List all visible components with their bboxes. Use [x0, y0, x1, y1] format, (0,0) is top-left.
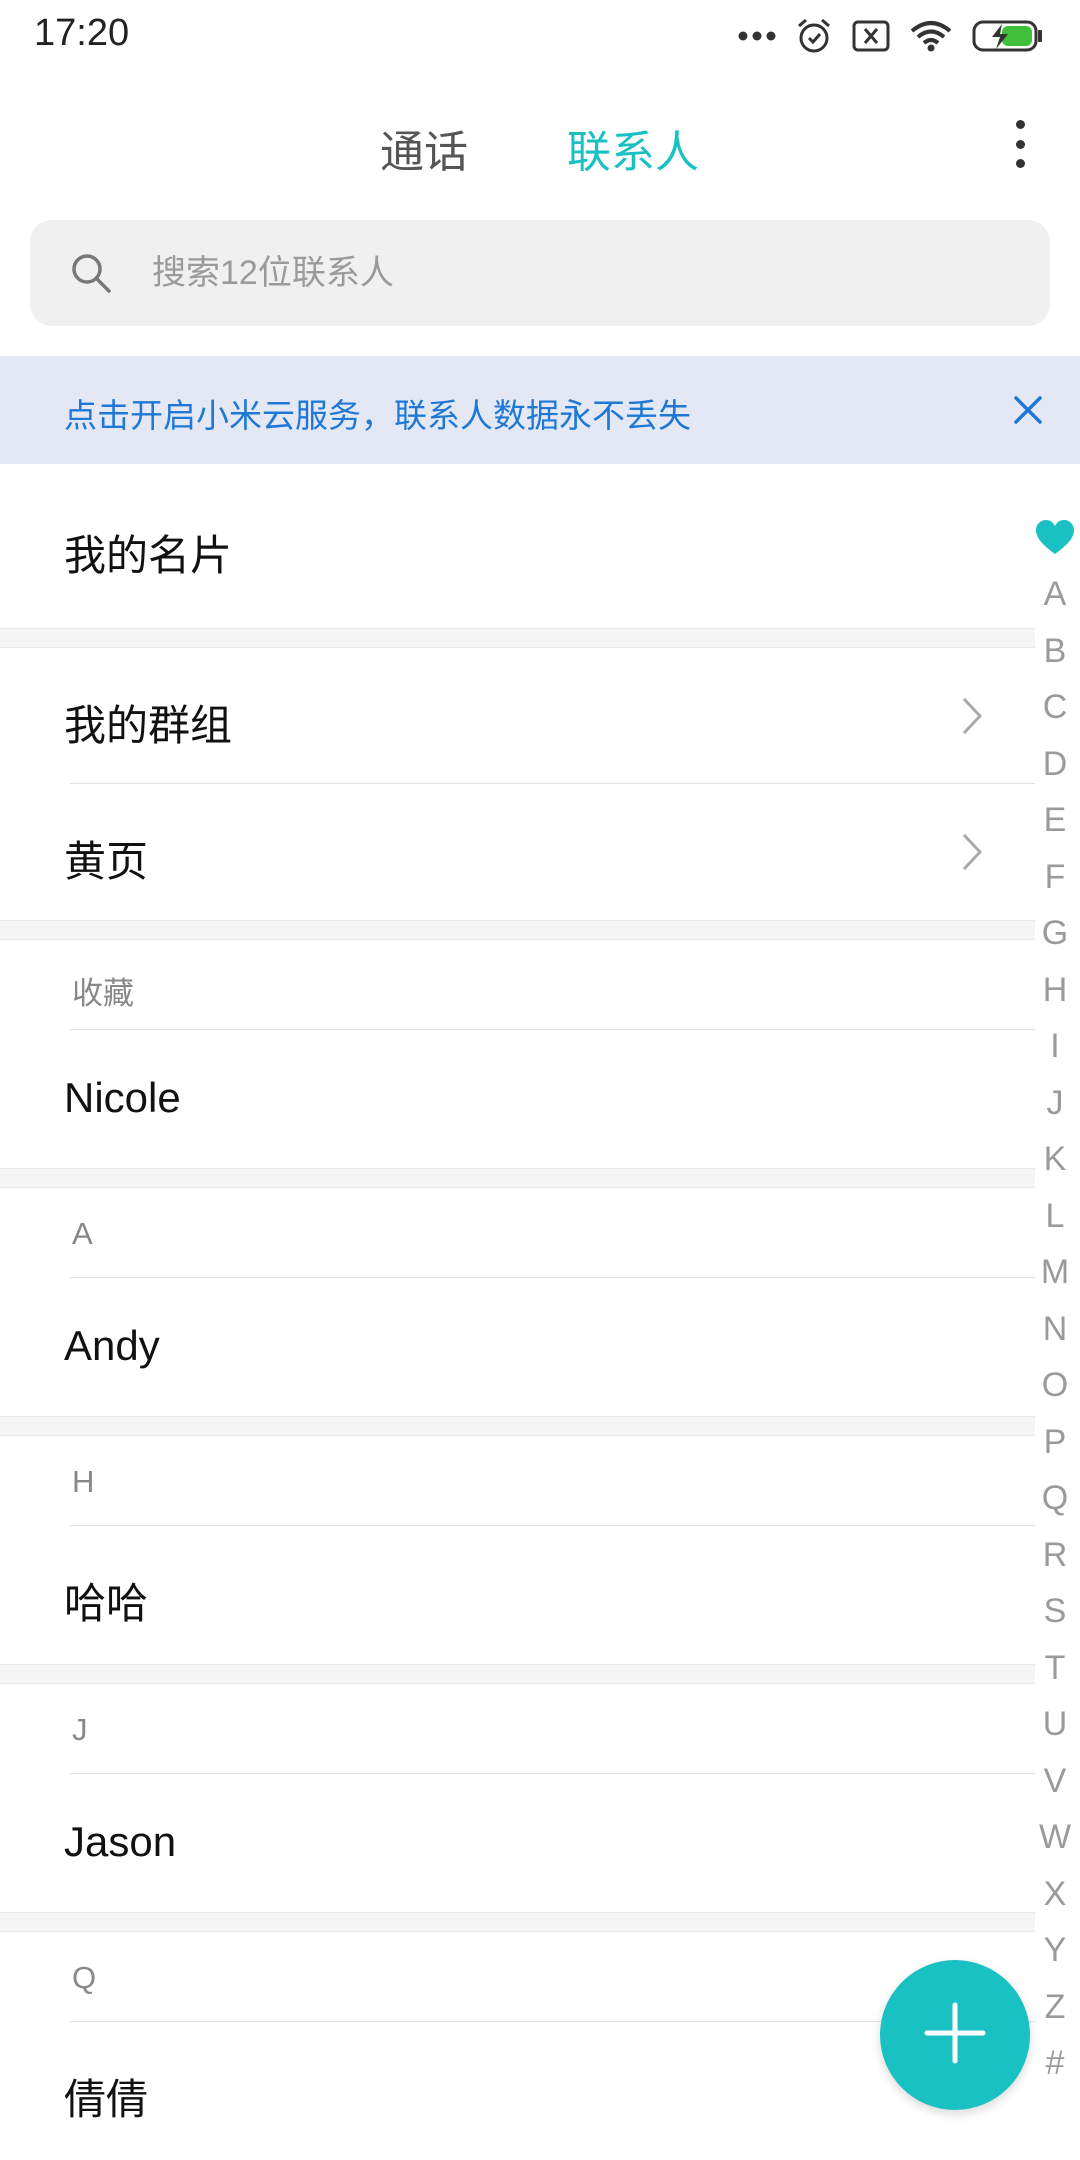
alpha-index-letter[interactable]: P [1030, 1414, 1080, 1471]
alpha-index-letter[interactable]: I [1030, 1018, 1080, 1075]
section-header-favorites: 收藏 [0, 940, 1035, 1030]
contact-name: 哈哈 [64, 1580, 149, 1627]
section-label: J [72, 1712, 88, 1747]
tab-calls[interactable]: 通话 [380, 116, 468, 180]
heart-icon[interactable] [1035, 510, 1075, 566]
alpha-index-letter[interactable]: W [1030, 1809, 1080, 1866]
alpha-index-letter[interactable]: J [1030, 1075, 1080, 1132]
status-icons [738, 14, 1044, 58]
contact-list: 我的名片 我的群组 黄页 收藏 Nicole A Andy H 哈哈 J Jas… [0, 464, 1035, 2160]
list-item[interactable]: Nicole [0, 1030, 1035, 1168]
search-input[interactable] [152, 220, 1012, 326]
section-gap [0, 1168, 1035, 1188]
alpha-index-letter[interactable]: Z [1030, 1979, 1080, 2036]
section-label: A [72, 1216, 93, 1251]
section-gap [0, 1664, 1035, 1684]
cloud-service-banner[interactable]: 点击开启小米云服务，联系人数据永不丢失 [0, 356, 1080, 464]
alpha-index-letter[interactable]: G [1030, 905, 1080, 962]
my-groups-row[interactable]: 我的群组 [0, 648, 1035, 784]
alpha-index-letter[interactable]: K [1030, 1131, 1080, 1188]
contact-name: Nicole [64, 1074, 181, 1121]
alpha-index-letter[interactable]: L [1030, 1188, 1080, 1245]
alpha-index-letter[interactable]: A [1030, 566, 1080, 623]
header: 通话 联系人 [0, 100, 1080, 190]
alpha-index-letter[interactable]: C [1030, 679, 1080, 736]
section-label: 收藏 [72, 976, 134, 1011]
yellow-pages-label: 黄页 [64, 838, 149, 885]
status-bar: 17:20 [0, 0, 1080, 70]
section-gap [0, 628, 1035, 648]
section-header-j: J [0, 1684, 1035, 1774]
alpha-index-letter[interactable]: X [1030, 1866, 1080, 1923]
section-label: H [72, 1464, 95, 1499]
my-groups-label: 我的群组 [64, 702, 233, 749]
alpha-index-letter[interactable]: B [1030, 623, 1080, 680]
battery-charging-icon [972, 19, 1044, 53]
alpha-index-letter[interactable]: O [1030, 1357, 1080, 1414]
alpha-index-letter[interactable]: F [1030, 849, 1080, 906]
alpha-index-letter[interactable]: N [1030, 1301, 1080, 1358]
status-time: 17:20 [34, 12, 130, 54]
section-header-q: Q [0, 1932, 1035, 2022]
wifi-icon [910, 20, 952, 52]
alpha-index-letter[interactable]: Y [1030, 1922, 1080, 1979]
no-sim-icon [852, 20, 890, 52]
alpha-index-letter[interactable]: M [1030, 1244, 1080, 1301]
my-card-label: 我的名片 [64, 532, 233, 579]
alpha-index-letter[interactable]: S [1030, 1583, 1080, 1640]
my-card-row[interactable]: 我的名片 [0, 464, 1035, 628]
alarm-icon [796, 17, 832, 55]
alpha-index-letter[interactable]: U [1030, 1696, 1080, 1753]
close-icon[interactable] [1006, 388, 1050, 432]
contact-name: Andy [64, 1322, 160, 1369]
chevron-right-icon [961, 696, 983, 741]
contact-name: Jason [64, 1818, 177, 1865]
cloud-banner-text[interactable]: 点击开启小米云服务，联系人数据永不丢失 [64, 389, 691, 437]
list-item[interactable]: Jason [0, 1774, 1035, 1912]
section-header-h: H [0, 1436, 1035, 1526]
tab-contacts[interactable]: 联系人 [567, 116, 699, 180]
alpha-index-letter[interactable]: H [1030, 962, 1080, 1019]
section-header-a: A [0, 1188, 1035, 1278]
yellow-pages-row[interactable]: 黄页 [0, 784, 1035, 920]
section-gap [0, 1912, 1035, 1932]
alpha-index-letter[interactable]: R [1030, 1527, 1080, 1584]
list-item[interactable]: Andy [0, 1278, 1035, 1416]
search-icon [70, 252, 112, 299]
section-gap [0, 1416, 1035, 1436]
alpha-index-letter[interactable]: # [1030, 2035, 1080, 2092]
add-contact-button[interactable] [880, 1960, 1030, 2110]
chevron-right-icon [961, 832, 983, 877]
section-label: Q [72, 1960, 97, 1995]
section-gap [0, 920, 1035, 940]
search-bar[interactable] [30, 220, 1050, 326]
alpha-index-letter[interactable]: T [1030, 1640, 1080, 1697]
alphabet-index[interactable]: A B C D E F G H I J K L M N O P Q R S T U V W X Y Z # [1030, 510, 1080, 2092]
alphabet-letters[interactable]: A B C D E F G H I J K L M N O P Q R S T U V W X Y Z # [1030, 566, 1080, 2092]
list-item[interactable]: 哈哈 [0, 1526, 1035, 1664]
alpha-index-letter[interactable]: E [1030, 792, 1080, 849]
contact-name: 倩倩 [64, 2076, 149, 2123]
alpha-index-letter[interactable]: Q [1030, 1470, 1080, 1527]
alpha-index-letter[interactable]: V [1030, 1753, 1080, 1810]
more-notifications-icon [738, 30, 776, 42]
plus-icon [923, 2001, 987, 2070]
more-vertical-icon [1015, 120, 1025, 129]
alpha-index-letter[interactable]: D [1030, 736, 1080, 793]
more-options-button[interactable] [1000, 114, 1040, 174]
